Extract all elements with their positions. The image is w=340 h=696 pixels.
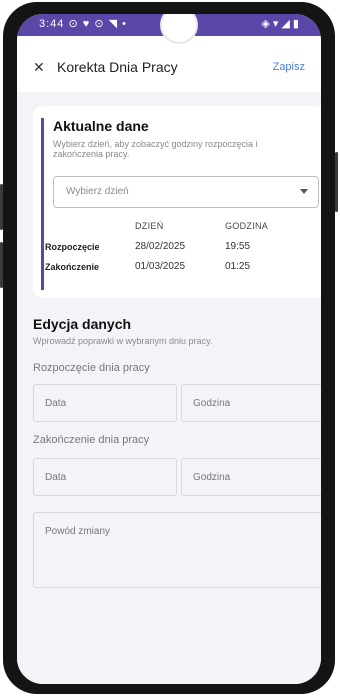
column-header-time: GODZINA: [225, 221, 269, 231]
close-icon[interactable]: ✕: [33, 60, 45, 74]
end-workday-label: Zakończenie dnia pracy: [33, 434, 150, 446]
end-date-field[interactable]: Data: [33, 458, 177, 496]
edit-data-title: Edycja danych: [33, 316, 132, 332]
end-day-value: 01/03/2025: [135, 261, 186, 272]
column-header-day: DZIEŃ: [135, 221, 164, 231]
start-time-field[interactable]: Godzina: [181, 384, 321, 422]
app-bar: ✕ Korekta Dnia Pracy Zapisz: [17, 54, 321, 84]
edit-data-hint: Wprowadź poprawki w wybranym dniu pracy.: [33, 336, 213, 346]
camera-cutout: [160, 14, 198, 44]
start-time-value: 19:55: [225, 241, 251, 252]
save-button[interactable]: Zapisz: [273, 61, 305, 73]
change-reason-placeholder: Powód zmiany: [45, 526, 111, 537]
start-time-placeholder: Godzina: [193, 398, 231, 409]
power-button: [335, 152, 338, 212]
status-bar-left: 3:44 ⊙ ♥ ⊙ ◥ •: [39, 18, 127, 30]
volume-button: [0, 184, 3, 230]
current-data-hint: Wybierz dzień, aby zobaczyć godziny rozp…: [53, 139, 258, 159]
page-title: Korekta Dnia Pracy: [57, 59, 178, 75]
volume-button: [0, 242, 3, 288]
dropdown-caret-icon: [300, 189, 308, 194]
start-date-placeholder: Data: [45, 398, 67, 409]
card-accent-bar: [41, 118, 44, 290]
screen: 3:44 ⊙ ♥ ⊙ ◥ • ◈ ▾ ◢ ▮ ✕ Korekta Dnia Pr…: [17, 14, 321, 684]
current-data-title: Aktualne dane: [53, 118, 149, 134]
end-time-field[interactable]: Godzina: [181, 458, 321, 496]
status-bar-right: ◈ ▾ ◢ ▮: [261, 18, 299, 30]
end-time-value: 01:25: [225, 261, 251, 272]
start-workday-label: Rozpoczęcie dnia pracy: [33, 362, 150, 374]
end-date-placeholder: Data: [45, 472, 67, 483]
end-time-placeholder: Godzina: [193, 472, 231, 483]
page-content: Aktualne dane Wybierz dzień, aby zobaczy…: [17, 92, 321, 684]
phone-frame: 3:44 ⊙ ♥ ⊙ ◥ • ◈ ▾ ◢ ▮ ✕ Korekta Dnia Pr…: [0, 2, 338, 694]
row-label-end: Zakończenie: [45, 262, 100, 272]
day-select[interactable]: Wybierz dzień: [53, 176, 319, 208]
start-date-field[interactable]: Data: [33, 384, 177, 422]
row-label-start: Rozpoczęcie: [45, 242, 100, 252]
change-reason-field[interactable]: Powód zmiany: [33, 512, 321, 588]
day-select-placeholder: Wybierz dzień: [66, 186, 129, 197]
current-data-card: Aktualne dane Wybierz dzień, aby zobaczy…: [33, 106, 321, 298]
start-day-value: 28/02/2025: [135, 241, 186, 252]
